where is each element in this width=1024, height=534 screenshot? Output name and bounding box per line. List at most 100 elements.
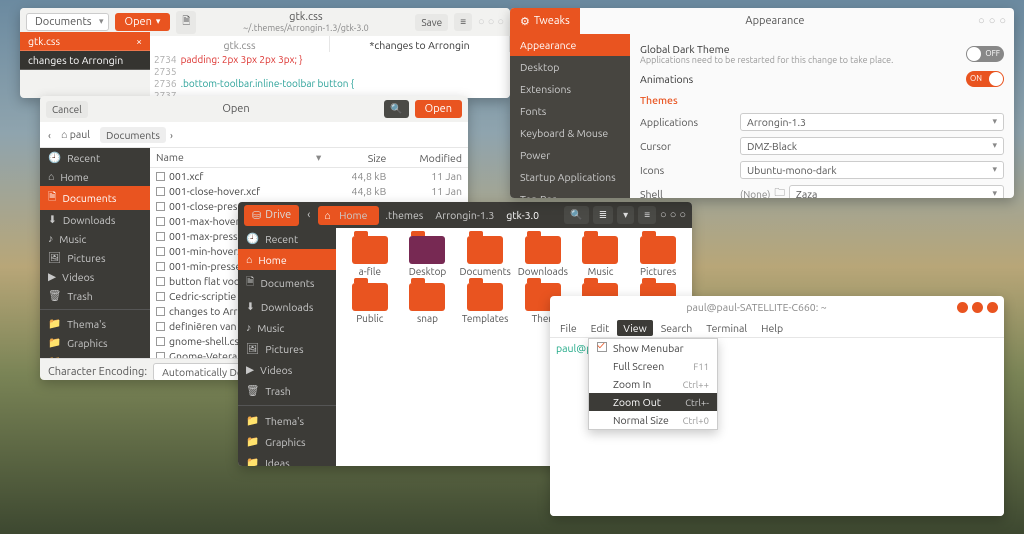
place-recent[interactable]: 🕘Recent — [238, 228, 336, 249]
file-row[interactable]: 001.xcf44,8 kB11 Jan — [150, 168, 468, 184]
window-controls[interactable] — [957, 302, 998, 313]
place-music[interactable]: ♪Music — [40, 229, 150, 248]
menu-help[interactable]: Help — [755, 320, 789, 336]
menu-view[interactable]: View — [617, 320, 653, 336]
nav-back-icon[interactable]: ‹ — [303, 209, 314, 221]
folder-icon — [525, 236, 561, 264]
code-area[interactable]: 2734padding: 2px 3px 2px 3px; } 2735 273… — [150, 52, 510, 98]
📁-icon: 📁 — [48, 317, 61, 330]
cat-power[interactable]: Power — [510, 144, 630, 166]
hamburger-button[interactable]: ≡ — [638, 206, 656, 224]
crumb[interactable]: gtk-3.0 — [500, 206, 545, 224]
menu-search[interactable]: Search — [655, 320, 699, 336]
nav-back-icon[interactable]: ‹ — [48, 129, 51, 141]
folder-pictures[interactable]: Pictures — [632, 236, 684, 277]
menu-file[interactable]: File — [554, 320, 583, 336]
menuitem-zoomin[interactable]: Zoom InCtrl++ — [589, 375, 717, 393]
drive-label[interactable]: ⛁Drive — [244, 205, 299, 226]
place-music[interactable]: ♪Music — [238, 317, 336, 338]
hamburger-button[interactable]: ≡ — [454, 13, 472, 31]
search-button[interactable]: 🔍 — [384, 100, 408, 118]
applications-select[interactable]: Arrongin-1.3 — [740, 113, 1004, 131]
crumb[interactable]: Arrongin-1.3 — [429, 206, 500, 224]
folder-a-file[interactable]: a-file — [344, 236, 396, 277]
crumb-docs[interactable]: Documents — [100, 127, 166, 143]
♪-icon: ♪ — [48, 232, 53, 245]
cancel-button[interactable]: Cancel — [46, 101, 88, 118]
place-home[interactable]: ⌂Home — [40, 167, 150, 186]
file-icon — [156, 322, 165, 331]
place-ideas[interactable]: 📁Ideas — [238, 452, 336, 466]
place-downloads[interactable]: ⬇Downloads — [238, 296, 336, 317]
place-pictures[interactable]: 🖼Pictures — [40, 248, 150, 267]
place-documents[interactable]: 🗎Documents — [40, 186, 150, 210]
cat-keyboardmouse[interactable]: Keyboard & Mouse — [510, 122, 630, 144]
cursor-select[interactable]: DMZ-Black — [740, 137, 1004, 155]
crumb-home[interactable]: ⌂ Home — [318, 206, 379, 225]
cat-topbar[interactable]: Top Bar — [510, 188, 630, 198]
place-home[interactable]: ⌂Home — [238, 249, 336, 270]
folder-icon[interactable]: 🗀 — [774, 185, 785, 198]
animations-switch[interactable]: ON — [966, 71, 1004, 87]
folder-snap[interactable]: snap — [402, 283, 454, 324]
places-sidebar: 🕘Recent⌂Home🗎Documents⬇Downloads♪Music🖼P… — [40, 148, 150, 358]
folder-documents[interactable]: Documents — [459, 236, 511, 277]
cat-appearance[interactable]: Appearance — [510, 34, 630, 56]
window-controls[interactable]: ○○○ — [660, 209, 686, 221]
menubar[interactable]: FileEditViewSearchTerminalHelp — [550, 318, 1004, 338]
place-downloads[interactable]: ⬇Downloads — [40, 210, 150, 229]
crumb[interactable]: .themes — [379, 206, 429, 224]
place-graphics[interactable]: 📁Graphics — [40, 333, 150, 352]
folder-templates[interactable]: Templates — [459, 283, 511, 324]
window-controls[interactable]: ○○○ — [478, 16, 504, 28]
place-graphics[interactable]: 📁Graphics — [238, 431, 336, 452]
terminal-area[interactable]: paul@paul Show MenubarFull ScreenF11Zoom… — [550, 338, 1004, 516]
col-name[interactable]: Name ▾ — [150, 148, 327, 168]
view-list-button[interactable]: ≣ — [593, 206, 613, 224]
doc-combo[interactable]: Documents — [26, 13, 109, 31]
menuitem-fullscreen[interactable]: Full ScreenF11 — [589, 357, 717, 375]
window-controls[interactable]: ○○○ — [970, 8, 1014, 34]
cat-fonts[interactable]: Fonts — [510, 100, 630, 122]
open-confirm-button[interactable]: Open — [415, 100, 462, 118]
place-ideas[interactable]: 📁Ideas — [40, 352, 150, 358]
place-pictures[interactable]: 🖼Pictures — [238, 338, 336, 359]
cat-desktop[interactable]: Desktop — [510, 56, 630, 78]
folder-downloads[interactable]: Downloads — [517, 236, 569, 277]
cat-extensions[interactable]: Extensions — [510, 78, 630, 100]
place-videos[interactable]: ▶Videos — [40, 267, 150, 286]
folder-music[interactable]: Music — [575, 236, 627, 277]
menu-edit[interactable]: Edit — [585, 320, 616, 336]
save-button[interactable]: Save — [415, 14, 448, 31]
place-trash[interactable]: 🗑Trash — [40, 286, 150, 305]
open-button[interactable]: Open▾ — [115, 13, 171, 31]
col-size[interactable]: Size — [327, 148, 392, 168]
place-themas[interactable]: 📁Thema's — [40, 314, 150, 333]
folder-public[interactable]: Public — [344, 283, 396, 324]
place-documents[interactable]: 🗎Documents — [238, 270, 336, 296]
place-videos[interactable]: ▶Videos — [238, 359, 336, 380]
search-button[interactable]: 🔍 — [564, 206, 588, 224]
cat-startupapplications[interactable]: Startup Applications — [510, 166, 630, 188]
view-menu-button[interactable]: ▾ — [617, 206, 634, 224]
icons-select[interactable]: Ubuntu-mono-dark — [740, 161, 1004, 179]
shell-none-label: (None) — [740, 189, 770, 199]
menuitem-normalsize[interactable]: Normal SizeCtrl+0 — [589, 411, 717, 429]
side-tab[interactable]: changes to Arrongin — [20, 51, 150, 70]
folder-desktop[interactable]: Desktop — [402, 236, 454, 277]
place-themas[interactable]: 📁Thema's — [238, 410, 336, 431]
shell-select[interactable]: Zaza — [789, 185, 1004, 198]
menuitem-zoomout[interactable]: Zoom OutCtrl+- — [589, 393, 717, 411]
place-recent[interactable]: 🕘Recent — [40, 148, 150, 167]
new-doc-button[interactable]: 🗎 — [176, 11, 196, 34]
nav-fwd-icon[interactable]: › — [170, 129, 173, 141]
menuitem-showmenubar[interactable]: Show Menubar — [589, 339, 717, 357]
crumb-home[interactable]: ⌂ paul — [55, 126, 96, 143]
file-row[interactable]: 001-close-hover.xcf44,8 kB11 Jan — [150, 183, 468, 198]
menu-terminal[interactable]: Terminal — [700, 320, 753, 336]
col-modified[interactable]: Modified — [392, 148, 468, 168]
dark-theme-switch[interactable]: OFF — [966, 46, 1004, 62]
place-trash[interactable]: 🗑Trash — [238, 380, 336, 401]
close-icon[interactable]: × — [136, 35, 142, 47]
side-tab-active[interactable]: gtk.css× — [20, 32, 150, 51]
